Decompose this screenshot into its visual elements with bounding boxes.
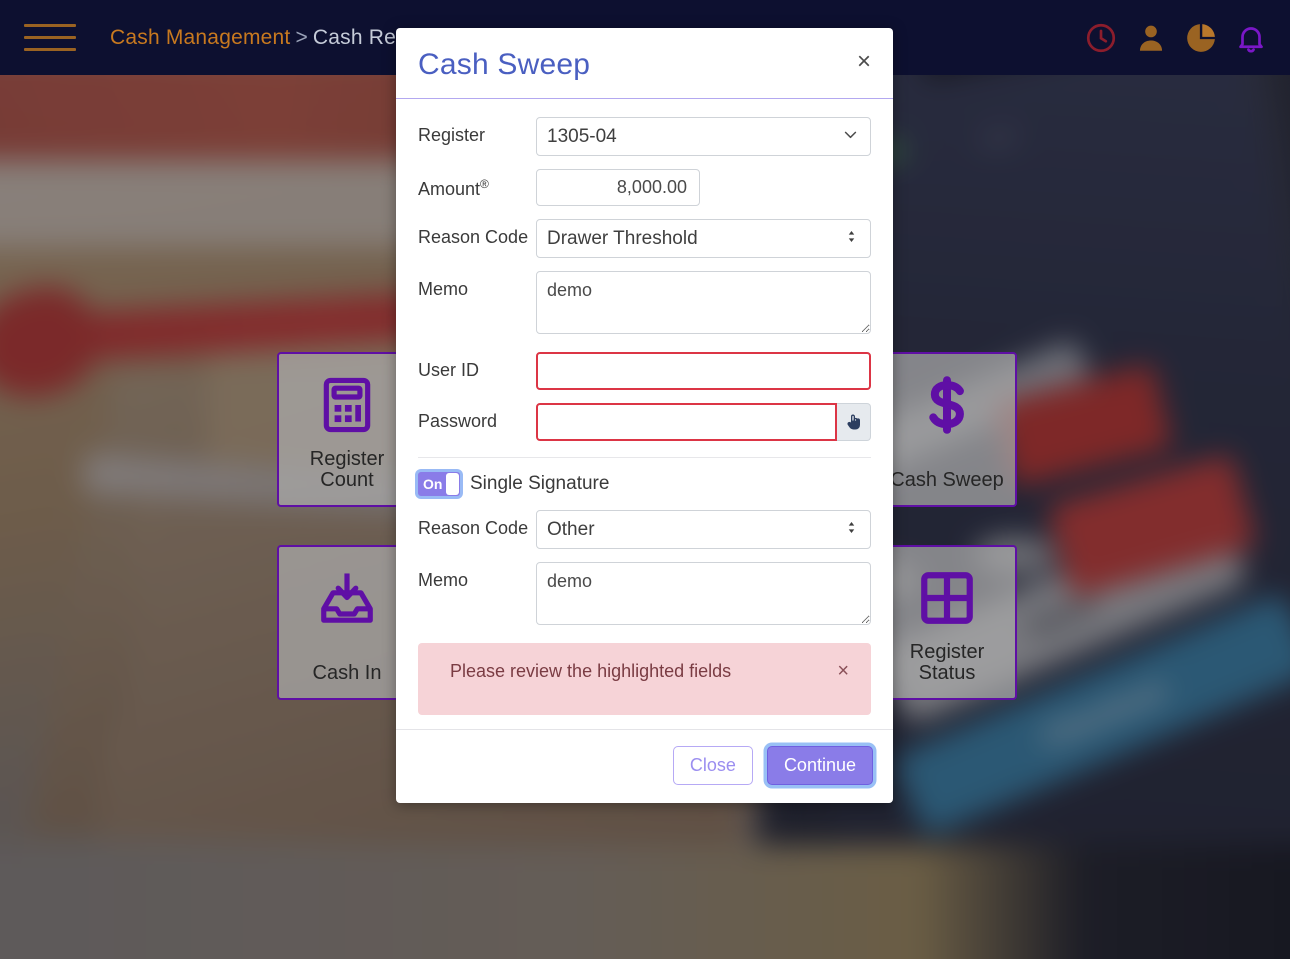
field-row-password: Password [418, 403, 871, 441]
modal-footer: Close Continue [396, 729, 893, 803]
pie-chart-icon[interactable] [1184, 21, 1218, 55]
user-icon[interactable] [1134, 21, 1168, 55]
hamburger-bar [24, 36, 76, 39]
field-row-amount: Amount® [418, 169, 871, 206]
tile-label-line2: Count [320, 469, 374, 491]
memo-secondary-label: Memo [418, 570, 469, 590]
tile-label-line1: Cash In [312, 662, 382, 684]
help-icon[interactable]: ® [480, 177, 489, 191]
field-row-reason-code-primary: Reason Code Drawer Threshold [418, 219, 871, 258]
reason-code-secondary-select[interactable]: Other [536, 510, 871, 549]
section-divider [418, 457, 871, 458]
reason-code-secondary-select-wrapper: Other [536, 510, 871, 549]
password-input-group [536, 403, 871, 441]
amount-input[interactable] [536, 169, 700, 206]
cash-sweep-modal: Cash Sweep × Register 1305-04 Amount® 8,… [396, 28, 893, 803]
modal-header: Cash Sweep × [396, 28, 893, 99]
register-select-wrapper: 1305-04 [536, 117, 871, 156]
modal-title: Cash Sweep [418, 48, 591, 81]
tile-label-line1: Register [309, 448, 385, 470]
single-signature-toggle[interactable]: On [418, 472, 460, 496]
register-label: Register [418, 125, 486, 145]
user-id-input[interactable] [536, 352, 871, 390]
field-row-register: Register 1305-04 [418, 117, 871, 156]
validation-alert-text: Please review the highlighted fields [450, 661, 732, 681]
amount-label-text: Amount [418, 179, 481, 199]
amount-label: Amount® [418, 169, 536, 201]
register-select[interactable]: 1305-04 [536, 117, 871, 156]
clock-icon[interactable] [1084, 21, 1118, 55]
tile-register-status[interactable]: Register Status [877, 545, 1017, 700]
field-row-single-signature: On Single Signature [418, 472, 871, 496]
inbox-download-icon [316, 567, 378, 629]
topbar-icon-group [1084, 21, 1268, 55]
field-row-memo-primary: Memo demo [418, 271, 871, 339]
user-id-label: User ID [418, 360, 480, 380]
hand-pointer-icon[interactable] [837, 403, 871, 441]
tile-label-line2: Status [918, 662, 976, 684]
app-root: 10:15 Items Checkout Cash Management > C… [0, 0, 1290, 959]
hamburger-bar [24, 24, 76, 27]
calculator-icon [316, 374, 378, 436]
toggle-knob [446, 473, 459, 495]
memo-textarea[interactable]: demo [536, 271, 871, 334]
reason-code-label: Reason Code [418, 227, 529, 247]
field-row-reason-code-secondary: Reason Code Other [418, 510, 871, 549]
memo-secondary-textarea[interactable]: demo [536, 562, 871, 625]
reason-code-select-wrapper: Drawer Threshold [536, 219, 871, 258]
tile-label: Register Count [310, 449, 384, 491]
tile-label-line1: Cash Sweep [890, 469, 1004, 491]
dollar-sign-icon [916, 374, 978, 436]
close-button[interactable]: Close [672, 746, 753, 785]
continue-button[interactable]: Continue [766, 746, 873, 785]
breadcrumb-separator: > [295, 25, 308, 49]
field-row-user-id: User ID [418, 352, 871, 390]
bell-icon[interactable] [1234, 21, 1268, 55]
tile-label: Register Status [910, 642, 984, 684]
amount-input-wrapper [536, 169, 700, 206]
hamburger-bar [24, 48, 76, 51]
hamburger-menu-icon[interactable] [22, 20, 76, 55]
tile-label-line1: Register [909, 641, 985, 663]
validation-alert: Please review the highlighted fields × [418, 643, 871, 715]
tile-label: Cash Sweep [890, 470, 1003, 491]
toggle-state-text: On [423, 476, 443, 492]
memo-label: Memo [418, 279, 469, 299]
reason-code-select[interactable]: Drawer Threshold [536, 219, 871, 258]
modal-body: Register 1305-04 Amount® 8,000.00 Reason… [396, 99, 893, 729]
alert-close-icon[interactable]: × [833, 661, 853, 681]
single-signature-label: Single Signature [470, 473, 610, 494]
breadcrumb-root-link[interactable]: Cash Management [110, 26, 290, 49]
password-label: Password [418, 411, 498, 431]
field-row-memo-secondary: Memo demo [418, 562, 871, 630]
password-input[interactable] [536, 403, 838, 441]
close-icon[interactable]: × [853, 48, 875, 76]
reason-code-secondary-label: Reason Code [418, 518, 529, 538]
tile-label: Cash In [313, 663, 382, 684]
grid-icon [916, 567, 978, 629]
tile-cash-sweep[interactable]: Cash Sweep [877, 352, 1017, 507]
